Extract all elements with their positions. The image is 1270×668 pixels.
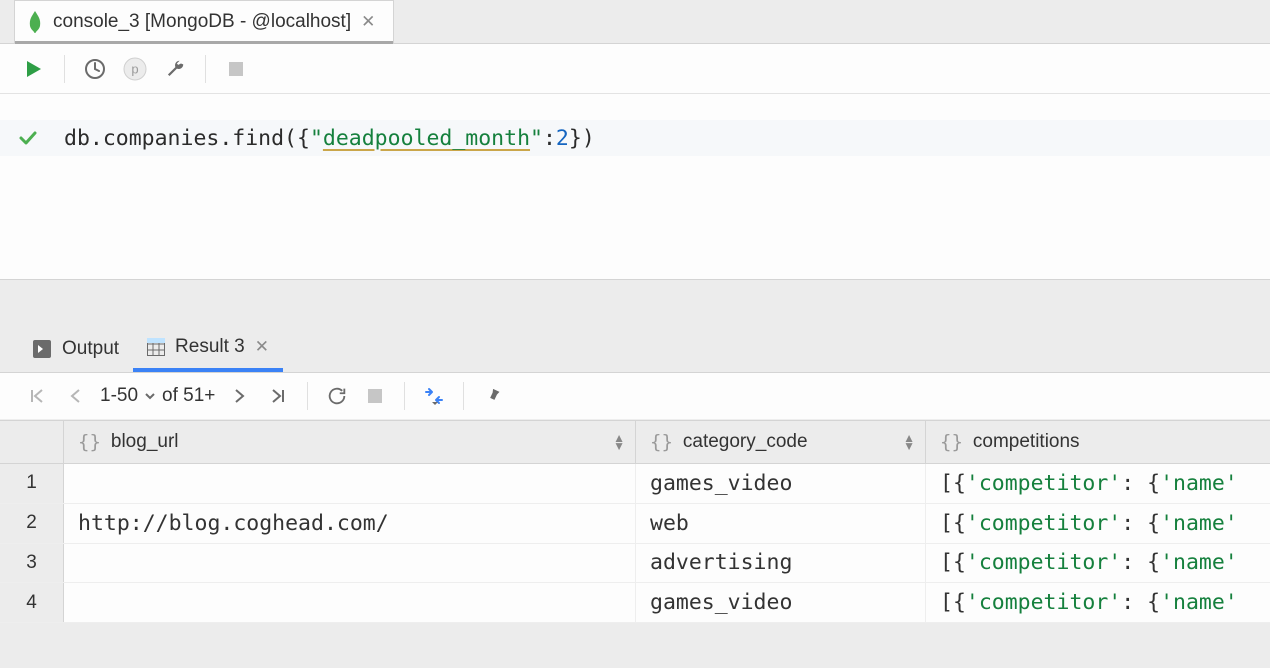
row-number: 4	[0, 583, 64, 622]
json-braces-icon: {}	[940, 431, 963, 453]
code-line-1[interactable]: db.companies.find({"deadpooled_month":2}…	[0, 120, 1270, 156]
stop-result-button[interactable]	[356, 377, 394, 415]
table-row[interactable]: 2 http://blog.coghead.com/ web [{'compet…	[0, 504, 1270, 544]
next-page-button[interactable]	[221, 377, 259, 415]
cell-category[interactable]: games_video	[636, 464, 926, 503]
close-icon[interactable]: ✕	[361, 12, 375, 32]
pin-button[interactable]	[474, 377, 512, 415]
cell-competitions[interactable]: [{'competitor': {'name'	[926, 464, 1270, 503]
prev-page-button[interactable]	[56, 377, 94, 415]
cell-blog_url[interactable]: http://blog.coghead.com/	[64, 504, 636, 543]
cell-category[interactable]: web	[636, 504, 926, 543]
cell-competitions[interactable]: [{'competitor': {'name'	[926, 583, 1270, 622]
cell-blog_url[interactable]	[64, 544, 636, 583]
close-icon[interactable]: ✕	[255, 337, 269, 357]
table-row[interactable]: 3 advertising [{'competitor': {'name'	[0, 544, 1270, 584]
stop-button[interactable]	[216, 49, 256, 89]
table-icon	[147, 338, 165, 356]
row-number: 2	[0, 504, 64, 543]
grid-header-row: {} blog_url ▲▼ {} category_code ▲▼ {} co…	[0, 420, 1270, 464]
history-button[interactable]	[75, 49, 115, 89]
json-braces-icon: {}	[78, 431, 101, 453]
result-panel-tabs: Output Result 3 ✕	[0, 326, 1270, 372]
page-range[interactable]: 1-50 of 51+	[94, 385, 221, 407]
run-button[interactable]	[14, 49, 54, 89]
code-editor[interactable]: db.companies.find({"deadpooled_month":2}…	[0, 94, 1270, 280]
editor-tab-console3[interactable]: console_3 [MongoDB - @localhost] ✕	[14, 0, 394, 43]
editor-tab-bar: console_3 [MongoDB - @localhost] ✕	[0, 0, 1270, 44]
chevron-down-icon	[144, 390, 156, 402]
last-page-button[interactable]	[259, 377, 297, 415]
tab-result3-label: Result 3	[175, 336, 245, 358]
tab-output[interactable]: Output	[18, 326, 133, 372]
sort-icon[interactable]: ▲▼	[903, 434, 915, 450]
page-range-value: 1-50	[100, 385, 138, 407]
row-number: 3	[0, 544, 64, 583]
table-row[interactable]: 4 games_video [{'competitor': {'name'	[0, 583, 1270, 623]
col-label: category_code	[683, 431, 808, 453]
cell-competitions[interactable]: [{'competitor': {'name'	[926, 504, 1270, 543]
collapse-button[interactable]	[415, 377, 453, 415]
p-button[interactable]: p	[115, 49, 155, 89]
editor-tab-title: console_3 [MongoDB - @localhost]	[53, 11, 351, 33]
grid-header-rownum[interactable]	[0, 421, 64, 463]
result-toolbar: 1-50 of 51+	[0, 372, 1270, 420]
first-page-button[interactable]	[18, 377, 56, 415]
page-of-label: of 51+	[162, 385, 215, 407]
tab-result3[interactable]: Result 3 ✕	[133, 326, 283, 372]
output-icon	[32, 339, 52, 359]
cell-competitions[interactable]: [{'competitor': {'name'	[926, 544, 1270, 583]
editor-toolbar: p	[0, 44, 1270, 94]
grid-header-competitions[interactable]: {} competitions	[926, 421, 1270, 463]
wrench-button[interactable]	[155, 49, 195, 89]
cell-blog_url[interactable]	[64, 583, 636, 622]
col-label: competitions	[973, 431, 1080, 453]
sort-icon[interactable]: ▲▼	[613, 434, 625, 450]
col-label: blog_url	[111, 431, 179, 453]
gutter-check-icon	[16, 128, 40, 148]
table-row[interactable]: 1 games_video [{'competitor': {'name'	[0, 464, 1270, 504]
refresh-button[interactable]	[318, 377, 356, 415]
mongodb-leaf-icon	[27, 10, 43, 34]
cell-category[interactable]: advertising	[636, 544, 926, 583]
result-grid: {} blog_url ▲▼ {} category_code ▲▼ {} co…	[0, 420, 1270, 623]
code-text: db.companies.find({"deadpooled_month":2}…	[64, 126, 595, 151]
json-braces-icon: {}	[650, 431, 673, 453]
grid-header-blog_url[interactable]: {} blog_url ▲▼	[64, 421, 636, 463]
cell-blog_url[interactable]	[64, 464, 636, 503]
cell-category[interactable]: games_video	[636, 583, 926, 622]
svg-text:p: p	[131, 61, 138, 76]
row-number: 1	[0, 464, 64, 503]
grid-header-category_code[interactable]: {} category_code ▲▼	[636, 421, 926, 463]
tab-output-label: Output	[62, 338, 119, 360]
